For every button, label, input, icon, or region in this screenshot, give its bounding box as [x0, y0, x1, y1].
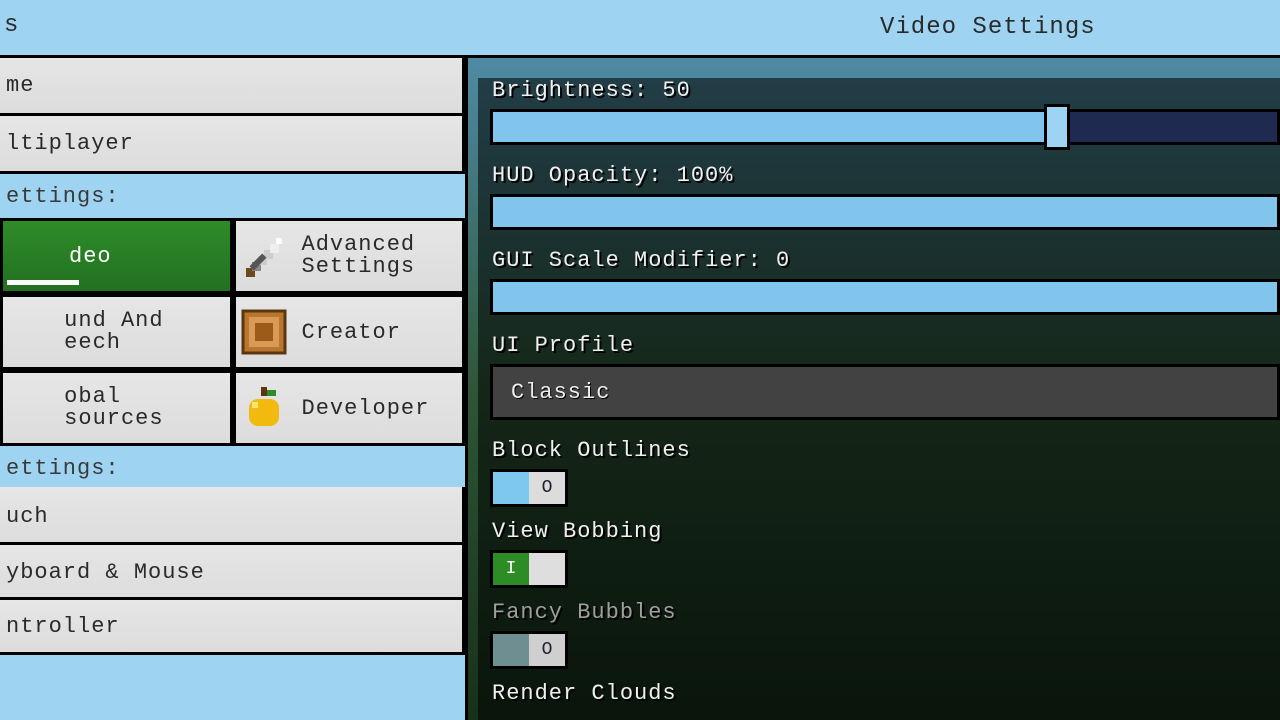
nav-item-keyboard-mouse[interactable]: yboard & Mouse [0, 542, 465, 600]
nav-item-controller[interactable]: ntroller [0, 597, 465, 655]
slider-brightness-fill [493, 112, 1057, 142]
toggle-fancy-bubbles-right: O [529, 634, 565, 666]
toggle-fancy-bubbles: O [490, 631, 568, 669]
label-gui-scale: GUI Scale Modifier: 0 [492, 248, 1280, 273]
toggle-block-outlines[interactable]: O [490, 469, 568, 507]
settings-grid: deo Advanced Settings und And eech Creat… [0, 218, 465, 446]
header-bar: s Video Settings [0, 0, 1280, 58]
globe-icon [7, 384, 50, 432]
slider-gui-fill [493, 282, 1277, 312]
label-render-clouds: Render Clouds [492, 681, 1280, 706]
golden-apple-icon [240, 384, 288, 432]
label-hud-opacity: HUD Opacity: 100% [492, 163, 1280, 188]
toggle-block-outlines-right: O [529, 472, 565, 504]
nav-item-multiplayer[interactable]: ltiplayer [0, 116, 465, 174]
label-brightness: Brightness: 50 [492, 78, 1280, 103]
nav-item-touch[interactable]: uch [0, 487, 465, 545]
command-block-icon [240, 308, 288, 356]
sidebar: me ltiplayer ettings: deo Advanced Setti… [0, 58, 468, 720]
tile-developer[interactable]: Developer [233, 370, 466, 446]
tile-video[interactable]: deo [0, 218, 233, 294]
tile-global-resources[interactable]: obal sources [0, 370, 233, 446]
toggle-block-outlines-left [493, 472, 529, 504]
label-ui-profile: UI Profile [492, 333, 1280, 358]
tile-creator[interactable]: Creator [233, 294, 466, 370]
slider-brightness-handle[interactable] [1044, 104, 1070, 150]
label-block-outlines: Block Outlines [492, 438, 1280, 463]
toggle-view-bobbing-left: I [493, 553, 529, 585]
toggle-view-bobbing[interactable]: I [490, 550, 568, 588]
slider-hud-opacity[interactable] [490, 194, 1280, 230]
dropdown-ui-profile-value: Classic [511, 380, 610, 405]
label-fancy-bubbles: Fancy Bubbles [492, 600, 1280, 625]
slider-brightness[interactable] [490, 109, 1280, 145]
header-left-fragment: s [0, 0, 19, 39]
sound-icon [7, 308, 50, 356]
settings-panel: Brightness: 50 HUD Opacity: 100% GUI Sca… [468, 58, 1280, 720]
toggle-fancy-bubbles-left [493, 634, 529, 666]
dropdown-ui-profile[interactable]: Classic [490, 364, 1280, 420]
label-view-bobbing: View Bobbing [492, 519, 1280, 544]
nav-item-game[interactable]: me [0, 58, 465, 116]
tile-sound-and-speech[interactable]: und And eech [0, 294, 233, 370]
tile-advanced-settings[interactable]: Advanced Settings [233, 218, 466, 294]
video-icon [7, 232, 55, 280]
section-label-settings: ettings: [0, 174, 465, 218]
section-label-controller-settings: ettings: [0, 446, 465, 490]
sword-icon [240, 232, 288, 280]
page-title: Video Settings [880, 14, 1096, 41]
slider-gui-scale[interactable] [490, 279, 1280, 315]
toggle-view-bobbing-right [529, 553, 565, 585]
slider-hud-fill [493, 197, 1277, 227]
